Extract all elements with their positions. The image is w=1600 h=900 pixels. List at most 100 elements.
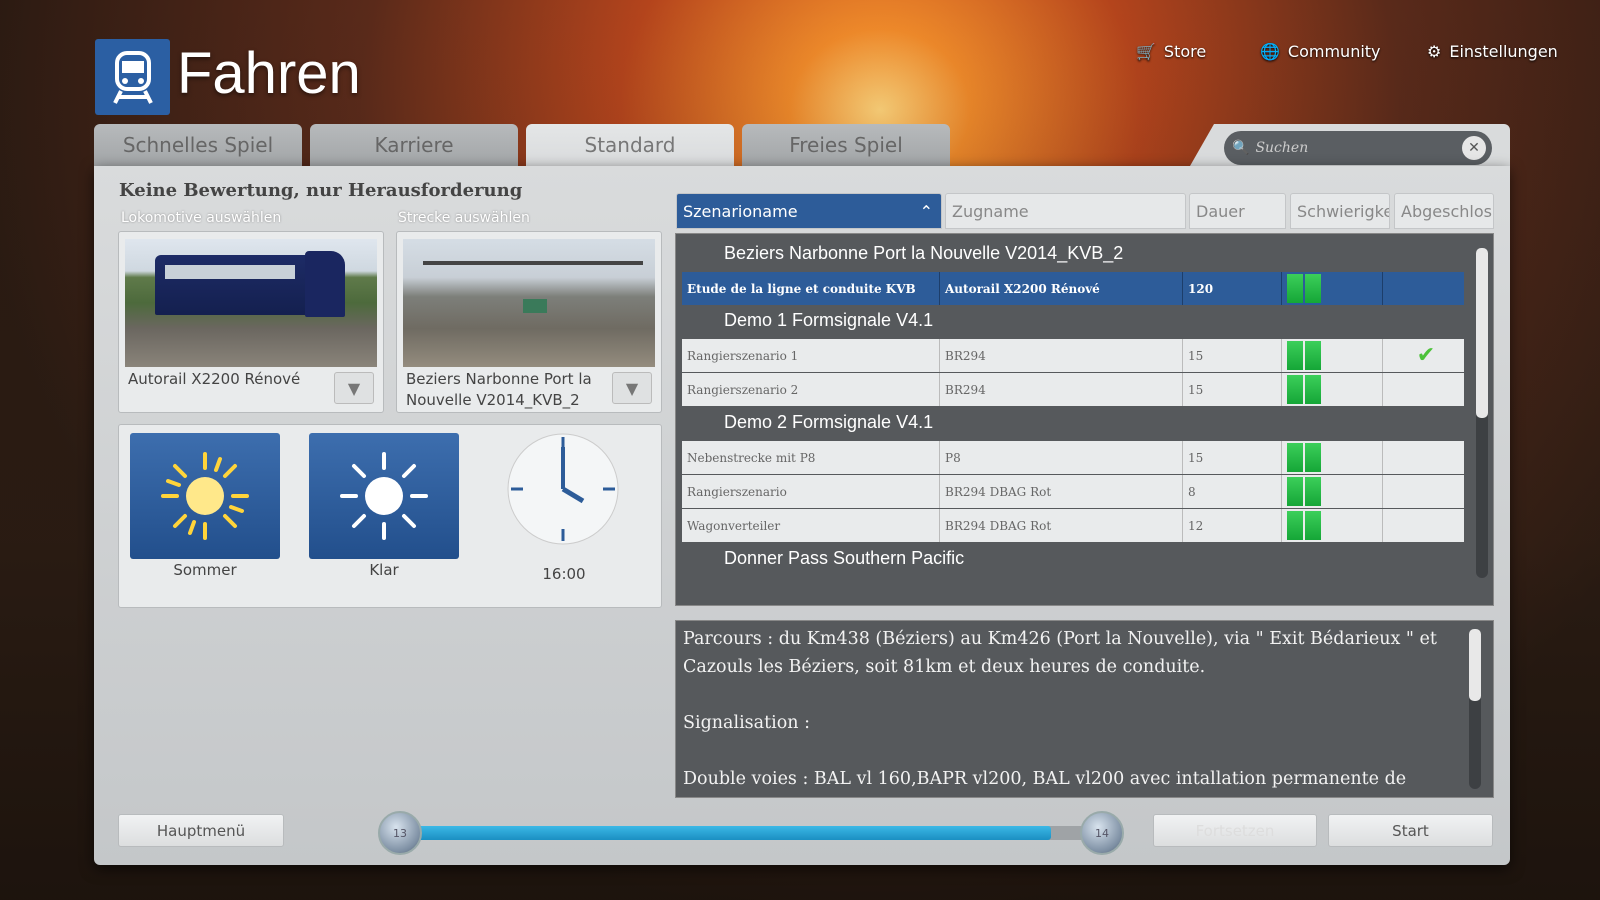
scenario-row[interactable]: Nebenstrecke mit P8 P8 15 <box>682 441 1464 474</box>
scenario-group-header[interactable]: Demo 1 Formsignale V4.1 <box>724 310 933 331</box>
search-input[interactable]: 🔍 Suchen ✕ <box>1224 131 1492 165</box>
tab-freies-spiel[interactable]: Freies Spiel <box>742 124 950 166</box>
duration-cell: 120 <box>1183 272 1282 305</box>
column-label: Szenarioname <box>683 201 798 221</box>
filter-icon: ▼ <box>347 378 361 398</box>
checkmark-icon: ✔ <box>1416 343 1436 368</box>
loco-card[interactable]: Autorail X2200 Rénové ▼ <box>118 231 384 413</box>
scenario-name-cell: Rangierszenario <box>682 475 940 508</box>
difficulty-cell <box>1282 339 1383 372</box>
difficulty-bar <box>1305 443 1321 472</box>
description-scrollbar[interactable] <box>1469 629 1481 789</box>
train-name-cell: BR294 DBAG Rot <box>940 509 1183 542</box>
community-label: Community <box>1287 42 1381 61</box>
main-menu-button[interactable]: Hauptmenü <box>118 814 284 847</box>
difficulty-bar <box>1287 443 1303 472</box>
difficulty-bar <box>1287 375 1303 404</box>
scenario-group-header[interactable]: Donner Pass Southern Pacific <box>724 548 964 569</box>
duration-cell: 15 <box>1183 373 1282 406</box>
filter-route-button[interactable]: ▼ <box>612 372 652 404</box>
description-line <box>683 737 1453 765</box>
column-header-zugname[interactable]: Zugname <box>945 193 1186 229</box>
tab-standard[interactable]: Standard <box>526 124 734 166</box>
weather-label: Klar <box>369 561 399 579</box>
route-label: Strecke auswählen <box>398 210 530 226</box>
start-button[interactable]: Start <box>1328 814 1493 847</box>
train-name-cell: P8 <box>940 441 1183 474</box>
search-icon: 🔍 <box>1232 140 1250 156</box>
season-label: Sommer <box>173 561 237 579</box>
store-link[interactable]: 🛒 Store <box>1136 42 1206 61</box>
description-line: Parcours : du Km438 (Béziers) au Km426 (… <box>683 629 1437 677</box>
completed-cell <box>1383 373 1464 406</box>
train-name-cell: BR294 <box>940 373 1183 406</box>
scenario-name-cell: Nebenstrecke mit P8 <box>682 441 940 474</box>
continue-button[interactable]: Fortsetzen <box>1153 814 1317 847</box>
completed-cell <box>1383 272 1464 305</box>
difficulty-bar <box>1287 477 1303 506</box>
loco-label: Lokomotive auswählen <box>121 210 282 226</box>
tab-schnelles-spiel[interactable]: Schnelles Spiel <box>94 124 302 166</box>
column-header-schwierigkeit[interactable]: Schwierigke <box>1290 193 1390 229</box>
description-line: Double voies : BAL vl 160,BAPR vl200, BA… <box>683 769 1407 789</box>
scenario-name-cell: Rangierszenario 2 <box>682 373 940 406</box>
difficulty-bar <box>1305 511 1321 540</box>
list-scrollbar[interactable] <box>1476 248 1488 578</box>
community-link[interactable]: 🌐 Community <box>1260 42 1381 61</box>
scenario-row[interactable]: Rangierszenario BR294 DBAG Rot 8 <box>682 475 1464 508</box>
loco-name: Autorail X2200 Rénové <box>128 370 301 388</box>
sun-summer-icon <box>161 452 249 540</box>
difficulty-cell <box>1282 373 1383 406</box>
gear-icon: ⚙ <box>1427 42 1442 61</box>
train-name-cell: BR294 DBAG Rot <box>940 475 1183 508</box>
column-header-dauer[interactable]: Dauer <box>1189 193 1286 229</box>
sort-ascending-icon: ⌃ <box>919 201 933 221</box>
clock-button[interactable] <box>505 431 621 551</box>
column-header-szenarioname[interactable]: Szenarioname ⌃ <box>676 193 942 229</box>
scenario-row[interactable]: Etude de la ligne et conduite KVB Autorai… <box>682 272 1464 305</box>
clock-icon <box>507 433 619 545</box>
completed-cell <box>1383 475 1464 508</box>
store-label: Store <box>1163 42 1207 61</box>
loco-image <box>125 239 377 367</box>
cart-icon: 🛒 <box>1136 42 1156 61</box>
scenario-row[interactable]: Wagonverteiler BR294 DBAG Rot 12 <box>682 509 1464 542</box>
clear-search-button[interactable]: ✕ <box>1462 136 1486 160</box>
difficulty-bar <box>1287 511 1303 540</box>
scrollbar-thumb[interactable] <box>1469 629 1481 701</box>
level-start-badge: 13 <box>378 811 422 855</box>
scenario-group-header[interactable]: Demo 2 Formsignale V4.1 <box>724 412 933 433</box>
weather-button[interactable] <box>309 433 459 559</box>
route-name: Beziers Narbonne Port la Nouvelle V2014_… <box>406 370 592 409</box>
scrollbar-thumb[interactable] <box>1476 248 1488 418</box>
progress-fill <box>400 826 1051 840</box>
settings-link[interactable]: ⚙ Einstellungen <box>1427 42 1558 61</box>
route-card[interactable]: Beziers Narbonne Port la Nouvelle V2014_… <box>396 231 662 413</box>
route-image <box>403 239 655 367</box>
difficulty-bar <box>1287 341 1303 370</box>
completed-cell <box>1383 509 1464 542</box>
difficulty-bar <box>1305 375 1321 404</box>
train-name-cell: BR294 <box>940 339 1183 372</box>
description-line <box>683 681 1453 709</box>
column-header-abgeschlossen[interactable]: Abgeschlos <box>1394 193 1494 229</box>
difficulty-bar <box>1305 341 1321 370</box>
scenario-name-cell: Wagonverteiler <box>682 509 940 542</box>
duration-cell: 15 <box>1183 441 1282 474</box>
difficulty-cell <box>1282 441 1383 474</box>
completed-cell: ✔ <box>1383 339 1464 372</box>
train-name-cell: Autorail X2200 Rénové <box>940 272 1183 305</box>
scenario-name-cell: Rangierszenario 1 <box>682 339 940 372</box>
season-button[interactable] <box>130 433 280 559</box>
filter-loco-button[interactable]: ▼ <box>334 372 374 404</box>
scenario-list: Beziers Narbonne Port la Nouvelle V2014_… <box>675 233 1494 606</box>
scenario-description: Parcours : du Km438 (Béziers) au Km426 (… <box>675 620 1494 798</box>
scenario-row[interactable]: Rangierszenario 1 BR294 15 ✔ <box>682 339 1464 372</box>
difficulty-cell <box>1282 509 1383 542</box>
tab-karriere[interactable]: Karriere <box>310 124 518 166</box>
scenario-row[interactable]: Rangierszenario 2 BR294 15 <box>682 373 1464 406</box>
page-title: Fahren <box>177 41 361 106</box>
scenario-group-header[interactable]: Beziers Narbonne Port la Nouvelle V2014_… <box>724 243 1123 264</box>
settings-label: Einstellungen <box>1449 42 1558 61</box>
completed-cell <box>1383 441 1464 474</box>
